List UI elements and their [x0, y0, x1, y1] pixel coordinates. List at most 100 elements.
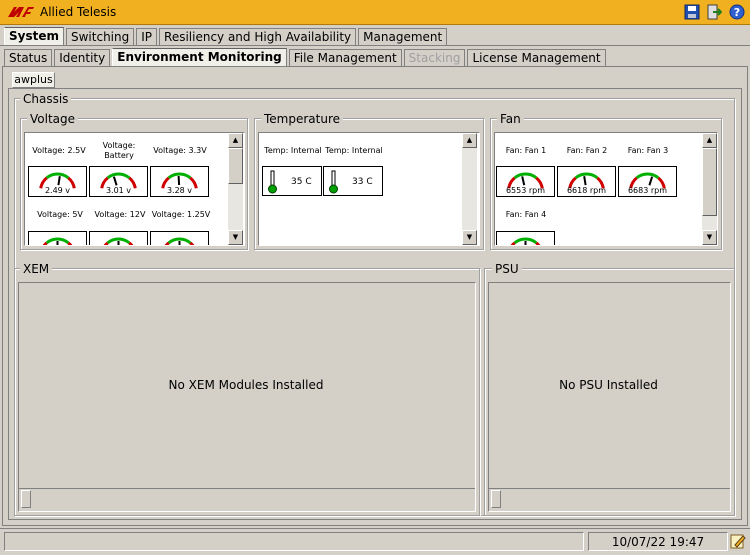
- xem-scroll-thumb[interactable]: [21, 490, 31, 508]
- xem-divider: [19, 488, 475, 489]
- fan-title: Fan: [497, 112, 524, 126]
- status-message-area: [4, 532, 584, 551]
- xem-title: XEM: [20, 262, 53, 276]
- dial-needle: [112, 176, 118, 186]
- voltage-label-3-3v: Voltage: 3.3V: [153, 146, 207, 155]
- voltage-label-5v: Voltage: 5V: [37, 210, 83, 219]
- voltage-row-2-clip: [28, 231, 224, 245]
- dial-arc: [42, 241, 48, 245]
- dial-needle: [648, 176, 654, 186]
- fan-label-1: Fan: Fan 1: [505, 146, 547, 155]
- fan-row-2-clip: [496, 231, 558, 245]
- psu-panel: [488, 282, 731, 512]
- scroll-down-icon[interactable]: ▼: [462, 230, 477, 245]
- voltage-gauge-3-3v: 3.28 v: [150, 166, 209, 197]
- voltage-gauge-2-5v: 2.49 v: [28, 166, 87, 197]
- voltage-gauge-1-25v: [150, 231, 209, 245]
- dial-needle: [521, 176, 526, 186]
- scroll-thumb[interactable]: [702, 148, 717, 216]
- temp-label-1: Temp: Internal: [264, 146, 322, 155]
- psu-empty-message: No PSU Installed: [559, 378, 658, 392]
- dial-arc: [106, 172, 131, 180]
- dial-arc: [164, 241, 170, 245]
- voltage-label-battery: Voltage: Battery: [102, 141, 136, 160]
- scroll-down-icon[interactable]: ▼: [702, 230, 717, 245]
- sub-tab-bar: Status Identity Environment Monitoring F…: [4, 48, 608, 66]
- fan-gauge-1: 6553 rpm: [496, 166, 555, 197]
- tab-management[interactable]: Management: [358, 28, 448, 45]
- dial-icon: [510, 237, 541, 245]
- tab-system[interactable]: System: [4, 27, 64, 45]
- voltage-value: 3.01 v: [105, 186, 132, 195]
- dial-arc: [103, 241, 109, 245]
- voltage-label-12v: Voltage: 12V: [94, 210, 146, 219]
- main-tab-bar: System Switching IP Resiliency and High …: [4, 27, 449, 45]
- save-icon[interactable]: [684, 4, 700, 20]
- dial-arc: [574, 172, 599, 180]
- app-title: Allied Telesis: [40, 5, 117, 19]
- thermometer-icon: [329, 170, 338, 194]
- dial-arc: [128, 241, 134, 245]
- fan-label-4: Fan: Fan 4: [505, 210, 547, 219]
- dial-arc: [513, 172, 538, 180]
- psu-scroll-thumb[interactable]: [491, 490, 501, 508]
- voltage-label-2-5v: Voltage: 2.5V: [32, 146, 86, 155]
- dial-icon: [42, 237, 73, 245]
- temperature-title: Temperature: [261, 112, 344, 126]
- fan-scrollbar[interactable]: ▲ ▼: [702, 133, 717, 245]
- thermometer-2: 33 C: [323, 166, 383, 196]
- voltage-gauge-12v: [89, 231, 148, 245]
- chassis-title: Chassis: [20, 92, 72, 106]
- tab-status[interactable]: Status: [4, 49, 53, 66]
- scroll-thumb[interactable]: [228, 148, 243, 184]
- dial-needle: [583, 176, 587, 186]
- dial-arc: [510, 241, 516, 245]
- tab-identity[interactable]: Identity: [54, 49, 111, 66]
- scroll-up-icon[interactable]: ▲: [462, 133, 477, 148]
- fan-value: 6618 rpm: [566, 186, 607, 195]
- title-bar: Allied Telesis ?: [0, 0, 750, 25]
- dial-arc: [535, 241, 541, 245]
- voltage-value: 2.49 v: [44, 186, 71, 195]
- edit-icon[interactable]: [730, 533, 746, 549]
- allied-telesis-logo: [8, 7, 34, 17]
- voltage-scrollbar[interactable]: ▲ ▼: [228, 133, 243, 245]
- voltage-title: Voltage: [27, 112, 79, 126]
- help-icon[interactable]: ?: [729, 4, 745, 20]
- fan-gauge-3: 6683 rpm: [618, 166, 677, 197]
- tab-device-awplus[interactable]: awplus: [12, 72, 55, 88]
- temp-value-2: 33 C: [352, 177, 373, 187]
- tab-license-management[interactable]: License Management: [467, 49, 606, 66]
- dial-arc: [45, 172, 70, 180]
- temp-label-2: Temp: Internal: [325, 146, 383, 155]
- xem-panel: [18, 282, 476, 512]
- temperature-scrollbar[interactable]: ▲ ▼: [462, 133, 477, 245]
- thermometer-1: 35 C: [262, 166, 322, 196]
- status-divider: [0, 528, 750, 529]
- tab-environment-monitoring[interactable]: Environment Monitoring: [112, 48, 287, 66]
- tab-stacking: Stacking: [403, 49, 466, 66]
- tab-resiliency[interactable]: Resiliency and High Availability: [159, 28, 357, 45]
- tab-switching[interactable]: Switching: [66, 28, 135, 45]
- status-datetime: 10/07/22 19:47: [588, 532, 728, 551]
- temp-value-1: 35 C: [291, 177, 312, 187]
- scroll-down-icon[interactable]: ▼: [228, 230, 243, 245]
- thermometer-icon: [268, 170, 277, 194]
- logout-icon[interactable]: [706, 4, 722, 20]
- tab-file-management[interactable]: File Management: [288, 49, 402, 66]
- dial-icon: [164, 237, 195, 245]
- svg-text:?: ?: [734, 6, 740, 19]
- fan-gauge-2: 6618 rpm: [557, 166, 616, 197]
- scroll-up-icon[interactable]: ▲: [702, 133, 717, 148]
- scroll-up-icon[interactable]: ▲: [228, 133, 243, 148]
- dial-needle: [57, 176, 61, 186]
- voltage-gauge-5v: [28, 231, 87, 245]
- psu-divider: [489, 488, 730, 489]
- tab-divider: [0, 45, 750, 46]
- fan-value: 6683 rpm: [627, 186, 668, 195]
- fan-value: 6553 rpm: [505, 186, 546, 195]
- fan-label-2: Fan: Fan 2: [566, 146, 608, 155]
- fan-label-3: Fan: Fan 3: [627, 146, 669, 155]
- dial-arc: [635, 172, 660, 180]
- tab-ip[interactable]: IP: [136, 28, 158, 45]
